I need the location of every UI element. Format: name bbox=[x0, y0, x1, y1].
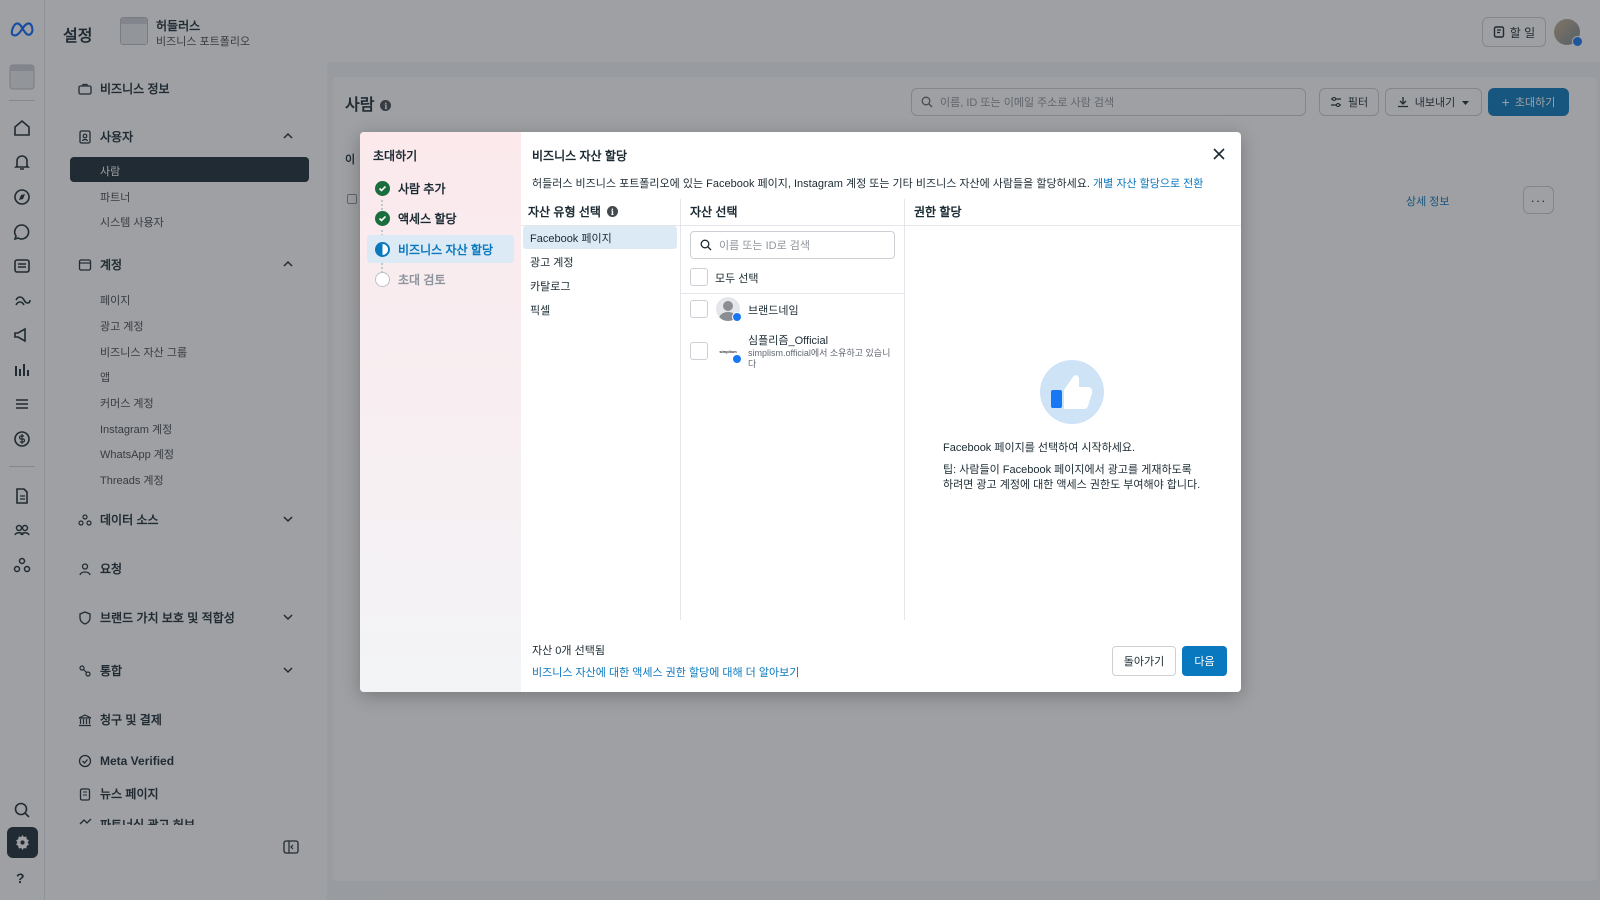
facebook-badge-icon bbox=[732, 312, 742, 322]
list-divider bbox=[681, 293, 904, 294]
learn-more-link[interactable]: 비즈니스 자산에 대한 액세스 권한 할당에 대해 더 알아보기 bbox=[532, 664, 799, 680]
page-name: 심플리즘_Official bbox=[748, 335, 829, 347]
empty-state-message: Facebook 페이지를 선택하여 시작하세요. bbox=[943, 442, 1136, 454]
back-button[interactable]: 돌아가기 bbox=[1112, 646, 1176, 676]
half-circle-progress-icon bbox=[375, 241, 390, 257]
asset-type-pixel[interactable]: 픽셀 bbox=[523, 298, 677, 321]
step-label: 액세스 할당 bbox=[398, 211, 457, 226]
asset-select-header: 자산 선택 bbox=[690, 205, 738, 219]
step-label: 초대 검토 bbox=[398, 272, 446, 287]
search-icon bbox=[700, 239, 712, 251]
column-divider bbox=[904, 199, 905, 620]
modal-description: 허들러스 비즈니스 포트폴리오에 있는 Facebook 페이지, Instag… bbox=[532, 175, 1203, 191]
close-icon[interactable] bbox=[1211, 146, 1227, 162]
switch-individual-link[interactable]: 개별 자산 할당으로 전환 bbox=[1093, 178, 1203, 190]
check-circle-icon bbox=[375, 180, 390, 196]
thumbs-up-icon bbox=[1051, 375, 1093, 409]
step-label: 사람 추가 bbox=[398, 181, 446, 196]
step-assign-access[interactable]: 액세스 할당 bbox=[367, 204, 514, 232]
asset-search-input[interactable]: 이름 또는 ID로 검색 bbox=[690, 231, 895, 259]
step-label: 비즈니스 자산 할당 bbox=[398, 242, 493, 257]
stepper-title: 초대하기 bbox=[373, 149, 418, 163]
col-label: 자산 유형 선택 bbox=[528, 205, 601, 219]
modal-title: 비즈니스 자산 할당 bbox=[532, 149, 627, 163]
select-all-label: 모두 선택 bbox=[715, 273, 759, 285]
column-divider bbox=[680, 199, 681, 620]
page-checkbox[interactable] bbox=[690, 342, 708, 360]
asset-type-facebook-page[interactable]: Facebook 페이지 bbox=[523, 226, 677, 249]
page-name: 브랜드네임 bbox=[748, 305, 799, 317]
permission-header: 권한 할당 bbox=[914, 205, 962, 219]
thumbs-up-illustration bbox=[1040, 360, 1104, 424]
info-icon[interactable]: i bbox=[606, 206, 618, 217]
asset-type-ad-account[interactable]: 광고 계정 bbox=[523, 250, 677, 273]
invite-stepper: 초대하기 사람 추가 액세스 할당 비즈니스 자산 할당 초대 검토 bbox=[360, 132, 521, 692]
tip-message: 팁: 사람들이 Facebook 페이지에서 광고를 게재하도록 하려면 광고 … bbox=[943, 464, 1201, 491]
selected-count: 자산 0개 선택됨 bbox=[532, 645, 605, 657]
page-owner: simplism.official에서 소유하고 있습니다 bbox=[748, 348, 891, 369]
select-all-checkbox[interactable] bbox=[690, 268, 708, 286]
next-button[interactable]: 다음 bbox=[1182, 646, 1227, 676]
step-review-invite: 초대 검토 bbox=[367, 265, 514, 293]
asset-type-catalog[interactable]: 카탈로그 bbox=[523, 274, 677, 297]
invite-modal: 초대하기 사람 추가 액세스 할당 비즈니스 자산 할당 초대 검토 비즈니스 … bbox=[360, 132, 1241, 692]
page-checkbox[interactable] bbox=[690, 300, 708, 318]
facebook-badge-icon bbox=[732, 354, 742, 364]
step-add-people[interactable]: 사람 추가 bbox=[367, 174, 514, 202]
empty-circle-icon bbox=[375, 271, 390, 287]
description-text: 허들러스 비즈니스 포트폴리오에 있는 Facebook 페이지, Instag… bbox=[532, 178, 1090, 190]
step-assign-assets[interactable]: 비즈니스 자산 할당 bbox=[367, 235, 514, 263]
asset-type-header: 자산 유형 선택 i bbox=[528, 203, 618, 220]
check-circle-icon bbox=[375, 210, 390, 226]
asset-search-placeholder: 이름 또는 ID로 검색 bbox=[719, 240, 811, 252]
